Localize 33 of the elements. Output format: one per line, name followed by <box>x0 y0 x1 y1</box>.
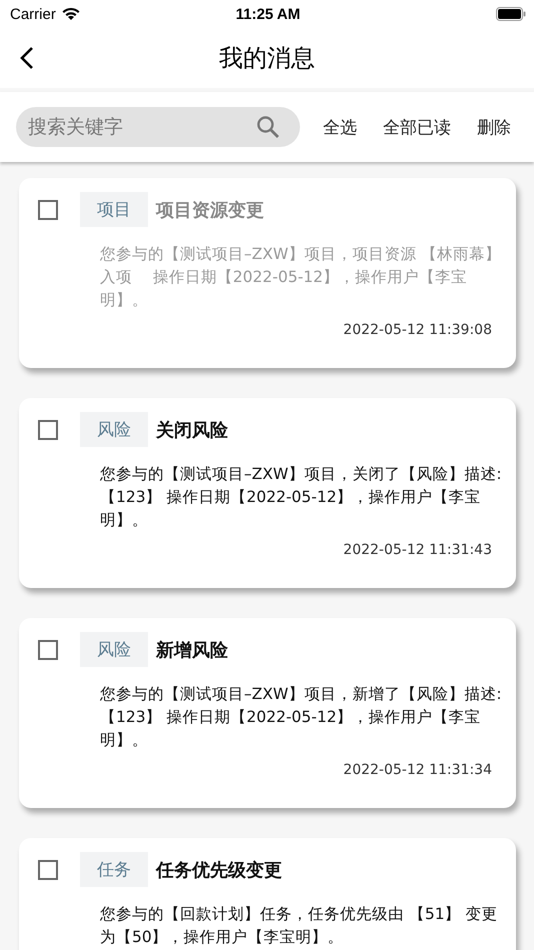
message-body: 您参与的【测试项目–ZXW】项目，新增了【风险】描述:【123】 操作日期【2022-05-12】，操作用户【李宝明】。 <box>100 684 503 751</box>
message-card[interactable]: 任务 任务优先级变更 您参与的【回款计划】任务，任务优先级由 【51】 变更为【50】，操作用户【李宝明】。 <box>19 838 516 950</box>
category-tag: 风险 <box>80 632 148 667</box>
message-body: 您参与的【回款计划】任务，任务优先级由 【51】 变更为【50】，操作用户【李宝明】。 <box>100 904 499 948</box>
wifi-icon <box>60 7 81 21</box>
status-time: 11:25 AM <box>236 6 300 22</box>
checkbox[interactable] <box>38 420 58 440</box>
message-card[interactable]: 风险 关闭风险 您参与的【测试项目–ZXW】项目，关闭了【风险】描述:【123】 操作日期【2022-05-12】，操作用户【李宝明】。 2022-05-12 11:31:43 <box>19 398 516 588</box>
toolbar-action[interactable]: 删除 <box>464 112 524 142</box>
toolbar-action[interactable]: 全选 <box>310 112 370 142</box>
toolbar-action[interactable]: 全部已读 <box>370 112 464 142</box>
message-card[interactable]: 项目 项目资源变更 您参与的【测试项目–ZXW】项目，项目资源 【林雨幕】入项 操作日期【2022-05-12】，操作用户【李宝明】。 2022-05-12 11:39:08 <box>19 178 516 368</box>
message-time: 2022-05-12 11:31:43 <box>343 542 492 558</box>
page-title: 我的消息 <box>219 43 315 74</box>
category-tag: 任务 <box>80 852 148 887</box>
message-title: 新增风险 <box>156 638 228 662</box>
message-time: 2022-05-12 11:39:08 <box>343 322 492 338</box>
message-time: 2022-05-12 11:31:34 <box>343 762 492 778</box>
search-icon[interactable] <box>256 115 280 139</box>
checkbox[interactable] <box>38 200 58 220</box>
message-body: 您参与的【测试项目–ZXW】项目，关闭了【风险】描述:【123】 操作日期【2022-05-12】，操作用户【李宝明】。 <box>100 464 503 531</box>
category-tag: 项目 <box>80 192 148 227</box>
battery-icon <box>496 7 526 21</box>
checkbox[interactable] <box>38 860 58 880</box>
carrier-name: Carrier <box>10 6 56 22</box>
message-title: 关闭风险 <box>156 418 228 442</box>
message-title: 项目资源变更 <box>156 198 264 222</box>
message-body: 您参与的【测试项目–ZXW】项目，项目资源 【林雨幕】入项 操作日期【2022-05-12】，操作用户【李宝明】。 <box>100 244 502 311</box>
search-field[interactable]: 搜索关键字 <box>16 107 300 147</box>
message-card[interactable]: 风险 新增风险 您参与的【测试项目–ZXW】项目，新增了【风险】描述:【123】 操作日期【2022-05-12】，操作用户【李宝明】。 2022-05-12 11:31:34 <box>19 618 516 808</box>
message-title: 任务优先级变更 <box>156 858 282 882</box>
checkbox[interactable] <box>38 640 58 660</box>
category-tag: 风险 <box>80 412 148 447</box>
